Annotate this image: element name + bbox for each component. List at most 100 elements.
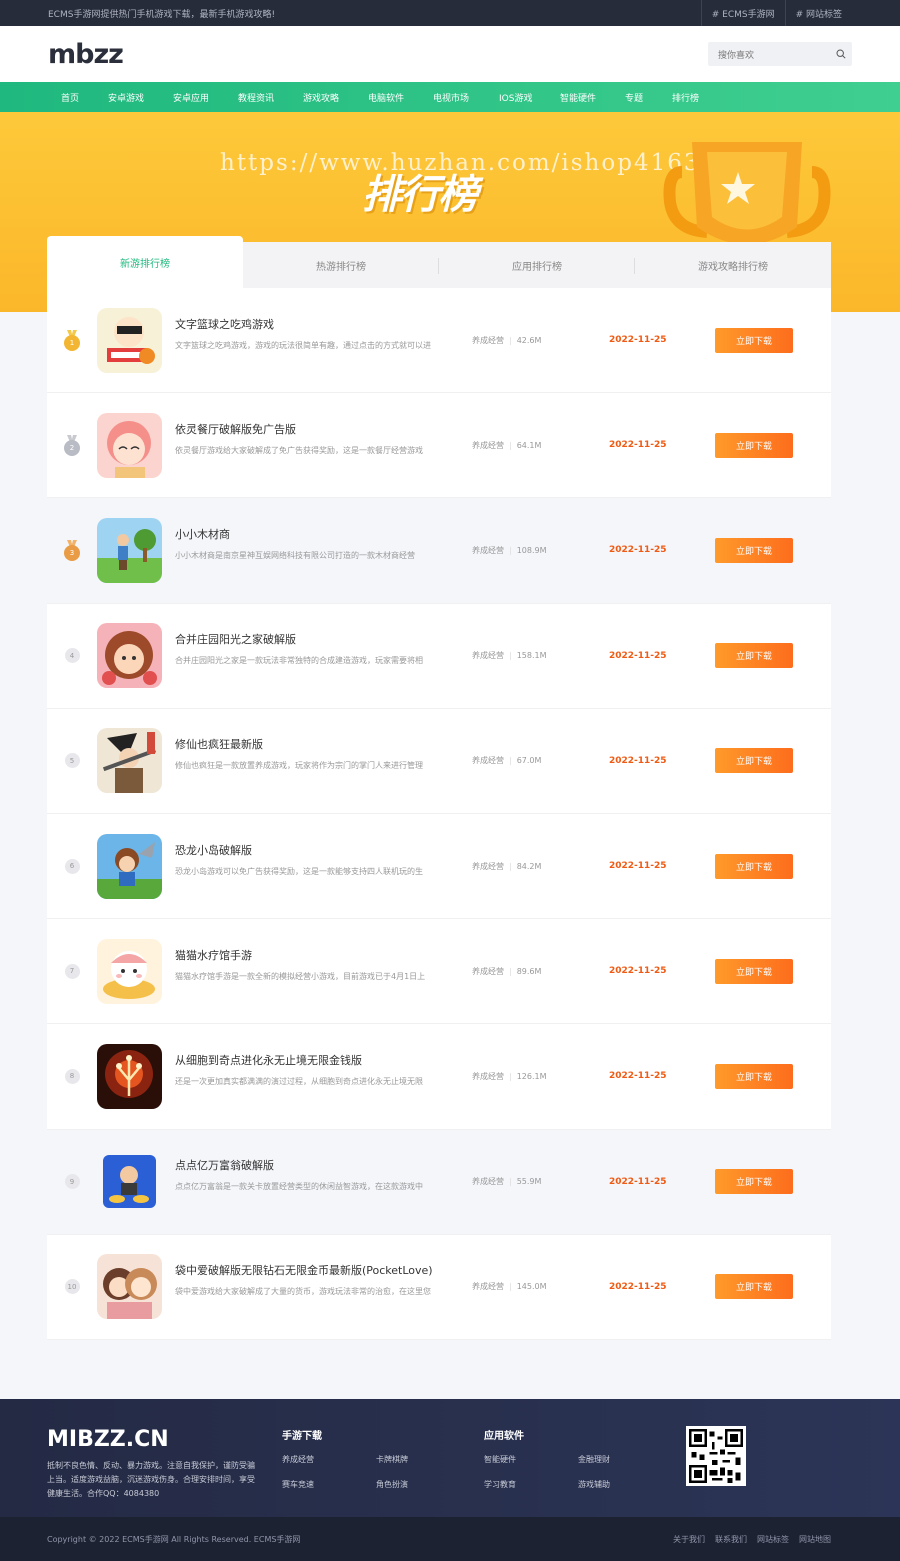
game-name[interactable]: 从细胞到奇点进化永无止境无限金钱版	[175, 1052, 455, 1068]
list-item[interactable]: 4 合并庄园阳光之家破解版 合并庄园阳光之家是一款玩法非常独特的合成建造游戏，玩…	[47, 603, 831, 709]
footer-link[interactable]: 智能硬件	[484, 1454, 578, 1465]
game-size: 89.6M	[516, 966, 542, 976]
footer-apps-column: 应用软件 智能硬件 金融理财 学习教育 游戏辅助	[484, 1427, 672, 1490]
meta-separator: |	[509, 545, 512, 555]
footer-link[interactable]: 赛车竞速	[282, 1479, 376, 1490]
game-name[interactable]: 点点亿万富翁破解版	[175, 1157, 455, 1173]
game-icon[interactable]	[97, 938, 162, 1004]
link-about[interactable]: 关于我们	[673, 1534, 705, 1545]
list-item[interactable]: 8 从细胞到奇点进化永无止境无限金钱版 还是一次更加真实都满满的演过过程，从细胞…	[47, 1024, 831, 1130]
game-date: 2022-11-25	[609, 1176, 667, 1187]
download-button[interactable]: 立即下载	[715, 958, 793, 984]
download-button[interactable]: 立即下载	[715, 1063, 793, 1089]
game-category: 养成经营	[472, 1071, 504, 1081]
game-name[interactable]: 猫猫水疗馆手游	[175, 947, 455, 963]
link-contact[interactable]: 联系我们	[715, 1534, 747, 1545]
nav-guides[interactable]: 游戏攻略	[303, 91, 368, 104]
nav-topics[interactable]: 专题	[625, 91, 672, 104]
footer-link[interactable]: 金融理财	[578, 1454, 672, 1465]
tab-new-games[interactable]: 新游排行榜	[47, 236, 243, 288]
download-button[interactable]: 立即下载	[715, 1274, 793, 1300]
game-desc: 袋中爱游戏给大家破解成了大量的货币，游戏玩法非常的治愈，在这里您	[175, 1287, 431, 1297]
game-icon[interactable]	[97, 1043, 162, 1109]
rank-badge: 4	[47, 648, 97, 664]
game-name[interactable]: 合并庄园阳光之家破解版	[175, 631, 455, 647]
game-name[interactable]: 小小木材商	[175, 526, 455, 542]
search-icon[interactable]	[836, 49, 846, 59]
game-category: 养成经营	[472, 335, 504, 345]
game-icon[interactable]	[97, 623, 162, 689]
tag-site-tags[interactable]: # 网站标签	[784, 0, 852, 26]
tab-guides[interactable]: 游戏攻略排行榜	[635, 242, 831, 288]
list-item[interactable]: 5 修仙也疯狂最新版 修仙也疯狂是一款放置养成游戏，玩家将作为宗门的掌门人来进行…	[47, 708, 831, 814]
nav-tutorials[interactable]: 教程资讯	[238, 91, 303, 104]
footer-link[interactable]: 游戏辅助	[578, 1479, 672, 1490]
ranking-tabs: 新游排行榜 热游排行榜 应用排行榜 游戏攻略排行榜	[47, 236, 831, 288]
meta-separator: |	[509, 861, 512, 871]
game-name[interactable]: 文字篮球之吃鸡游戏	[175, 316, 455, 332]
game-icon[interactable]	[97, 1254, 162, 1320]
rank-number: 5	[64, 753, 80, 769]
meta-separator: |	[509, 966, 512, 976]
tag-site[interactable]: # ECMS手游网	[700, 0, 785, 26]
nav-smart-hardware[interactable]: 智能硬件	[560, 91, 625, 104]
footer-notice: 抵制不良色情、反动、暴力游戏。注意自我保护，谨防受骗上当。适度游戏益脑，沉迷游戏…	[47, 1461, 255, 1498]
game-icon[interactable]	[97, 517, 162, 583]
gold-medal-icon: 1	[64, 329, 80, 351]
rank-number: 6	[64, 858, 80, 874]
nav-android-apps[interactable]: 安卓应用	[173, 91, 238, 104]
meta-separator: |	[509, 1071, 512, 1081]
nav-ios-games[interactable]: IOS游戏	[499, 91, 560, 104]
game-name[interactable]: 恐龙小岛破解版	[175, 842, 455, 858]
download-button[interactable]: 立即下载	[715, 1169, 793, 1195]
download-button[interactable]: 立即下载	[715, 537, 793, 563]
list-item[interactable]: 9 点点亿万富翁破解版 点点亿万富翁是一款关卡放置经营类型的休闲益智游戏，在这款…	[47, 1129, 831, 1235]
list-item[interactable]: 10 袋中爱破解版无限钻石无限金币最新版(PocketLove) 袋中爱游戏给大…	[47, 1234, 831, 1340]
game-icon[interactable]	[97, 728, 162, 794]
game-date: 2022-11-25	[609, 1281, 667, 1292]
tab-apps[interactable]: 应用排行榜	[439, 242, 635, 288]
rank-badge: 2	[47, 434, 97, 456]
game-icon[interactable]	[97, 833, 162, 899]
list-item[interactable]: 2 依灵餐厅破解版免广告版 依灵餐厅游戏给大家破解成了免广告获得奖励，这是一款餐…	[47, 393, 831, 499]
game-icon[interactable]	[97, 307, 162, 373]
download-button[interactable]: 立即下载	[715, 853, 793, 879]
download-button[interactable]: 立即下载	[715, 748, 793, 774]
list-item[interactable]: 7 猫猫水疗馆手游 猫猫水疗馆手游是一款全新的模拟经营小游戏，目前游戏已于4月1…	[47, 919, 831, 1025]
list-item[interactable]: 6 恐龙小岛破解版 恐龙小岛游戏可以免广告获得奖励，这是一款能够支持四人联机玩的…	[47, 813, 831, 920]
rank-number: 9	[64, 1174, 80, 1190]
nav-rankings[interactable]: 排行榜	[672, 91, 722, 104]
list-item[interactable]: 3 小小木材商 小小木材商是南京星神互娱网络科技有限公司打造的一款木材商经营 养…	[47, 498, 831, 604]
nav-tv-market[interactable]: 电视市场	[433, 91, 499, 104]
game-size: 158.1M	[516, 651, 547, 661]
game-icon[interactable]	[97, 412, 162, 478]
tab-hot-games[interactable]: 热游排行榜	[243, 242, 439, 288]
rank-number: 4	[64, 648, 80, 664]
top-bar: ECMS手游网提供热门手机游戏下载，最新手机游戏攻略! # ECMS手游网 # …	[0, 0, 900, 26]
download-button[interactable]: 立即下载	[715, 643, 793, 669]
rank-badge: 1	[47, 329, 97, 351]
game-desc: 还是一次更加真实都满满的演过过程，从细胞到奇点进化永无止境无限	[175, 1076, 423, 1086]
site-notice: ECMS手游网提供热门手机游戏下载，最新手机游戏攻略!	[48, 9, 276, 20]
nav-home[interactable]: 首页	[61, 91, 108, 104]
game-name[interactable]: 袋中爱破解版无限钻石无限金币最新版(PocketLove)	[175, 1262, 455, 1278]
search-input[interactable]: 搜你喜欢	[718, 48, 754, 61]
search-box[interactable]: 搜你喜欢	[708, 42, 852, 66]
nav-android-games[interactable]: 安卓游戏	[108, 91, 173, 104]
rank-number: 1	[64, 334, 80, 351]
link-sitemap[interactable]: 网站地图	[799, 1534, 831, 1545]
download-button[interactable]: 立即下载	[715, 432, 793, 458]
link-site-tags[interactable]: 网站标签	[757, 1534, 789, 1545]
footer-link[interactable]: 角色扮演	[376, 1479, 470, 1490]
download-button[interactable]: 立即下载	[715, 327, 793, 353]
footer-link[interactable]: 养成经营	[282, 1454, 376, 1465]
footer-link[interactable]: 卡牌棋牌	[376, 1454, 470, 1465]
rank-badge: 10	[47, 1279, 97, 1295]
footer-link[interactable]: 学习教育	[484, 1479, 578, 1490]
game-name[interactable]: 依灵餐厅破解版免广告版	[175, 421, 455, 437]
game-name[interactable]: 修仙也疯狂最新版	[175, 736, 455, 752]
list-item[interactable]: 1 文字篮球之吃鸡游戏 文字篮球之吃鸡游戏，游戏的玩法很简单有趣，通过点击的方式…	[47, 288, 831, 394]
game-icon[interactable]	[97, 1149, 162, 1215]
nav-pc-software[interactable]: 电脑软件	[368, 91, 433, 104]
site-logo[interactable]: mbzz	[48, 39, 124, 70]
